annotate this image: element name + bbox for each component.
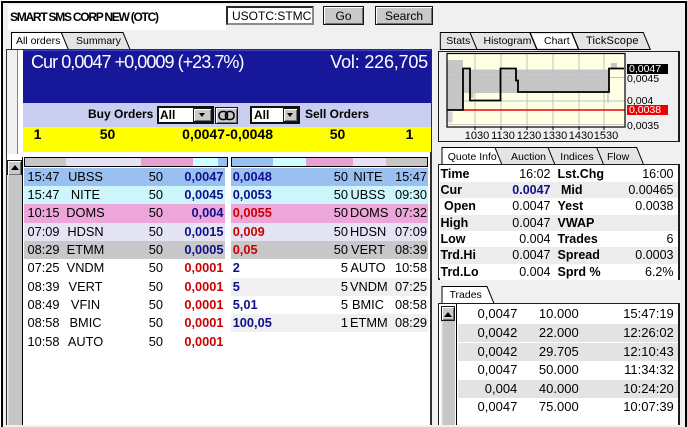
svg-text:1230: 1230 — [517, 130, 541, 142]
svg-text:1330: 1330 — [543, 130, 567, 142]
svg-text:1530: 1530 — [594, 130, 618, 142]
svg-text:1030: 1030 — [465, 130, 489, 142]
svg-text:1430: 1430 — [569, 130, 593, 142]
svg-text:1130: 1130 — [491, 130, 515, 142]
